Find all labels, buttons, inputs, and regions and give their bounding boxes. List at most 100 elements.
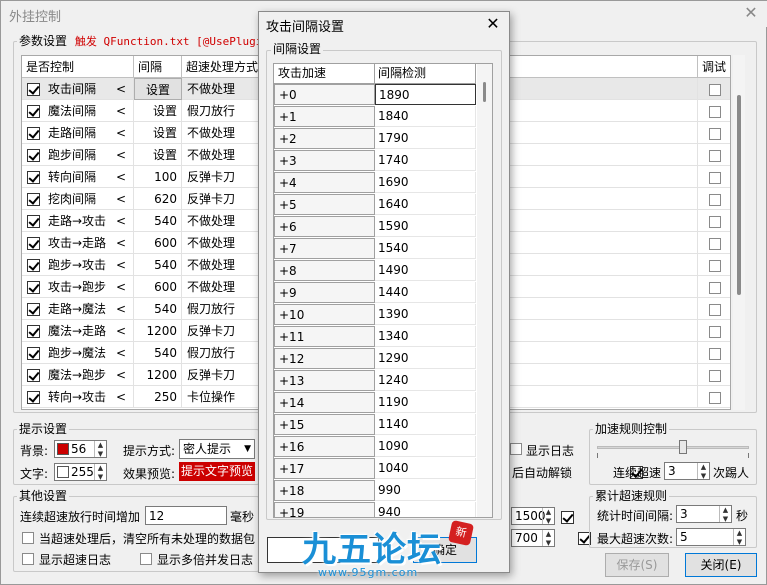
row-interval[interactable]: 620 [134,188,182,210]
row-interval[interactable]: 设置 [134,78,182,100]
interval-row[interactable]: +19 940 [274,502,477,517]
row-speed-mode[interactable]: 不做处理 [182,144,262,166]
row-speed-mode[interactable]: 卡位操作 [182,386,262,408]
interval-row-value[interactable]: 1290 [375,348,476,369]
interval-row[interactable]: +11 1340 [274,326,477,348]
row-interval[interactable]: 600 [134,276,182,298]
row-control-checkbox[interactable] [27,83,40,96]
row-interval[interactable]: 250 [134,386,182,408]
col-header-control[interactable]: 是否控制 [22,56,134,78]
col-header-interval[interactable]: 间隔 [134,56,182,78]
dialog-col-header-accel[interactable]: 攻击加速 [274,64,375,84]
interval-row[interactable]: +17 1040 [274,458,477,480]
interval-row[interactable]: +7 1540 [274,238,477,260]
interval-row[interactable]: +9 1440 [274,282,477,304]
increase-input[interactable]: 12 [145,506,227,525]
row-speed-mode[interactable]: 反弹卡刀 [182,364,262,386]
stat-interval-spinner[interactable]: 3 ▲ ▼ [676,505,732,523]
dialog-close-icon[interactable]: ✕ [485,16,501,32]
params-scrollbar-thumb[interactable] [737,95,741,295]
row-control-checkbox[interactable] [27,303,40,316]
row-speed-mode[interactable]: 反弹卡刀 [182,320,262,342]
row-interval[interactable]: 1200 [134,364,182,386]
interval-row[interactable]: +2 1790 [274,128,477,150]
interval-row-value[interactable]: 1740 [375,150,476,171]
interval-row-value[interactable]: 1840 [375,106,476,127]
interval-row-value[interactable]: 1090 [375,436,476,457]
row-speed-mode[interactable]: 不做处理 [182,122,262,144]
kick-spin-arrows[interactable]: ▲ ▼ [697,463,709,480]
row-interval[interactable]: 设置 [134,122,182,144]
interval-row[interactable]: +0 1890 [274,84,477,106]
row-interval[interactable]: 540 [134,342,182,364]
interval-row[interactable]: +8 1490 [274,260,477,282]
interval-row-value[interactable]: 1140 [375,414,476,435]
stat-interval-spin-arrows[interactable]: ▲ ▼ [719,506,731,523]
interval-row[interactable]: +15 1140 [274,414,477,436]
interval-row[interactable]: +4 1690 [274,172,477,194]
row-speed-mode[interactable]: 不做处理 [182,232,262,254]
interval-row[interactable]: +12 1290 [274,348,477,370]
dialog-col-header-check[interactable]: 间隔检测 [375,64,476,84]
interval-row-value[interactable]: 1790 [375,128,476,149]
row-debug-checkbox[interactable] [708,193,721,206]
value2-spinner[interactable]: 700 ▲ ▼ [511,529,555,547]
kick-spinner[interactable]: 3 ▲ ▼ [664,462,710,480]
row-control-checkbox[interactable] [27,237,40,250]
col-header-debug[interactable]: 调试 [698,56,730,78]
row-debug-checkbox[interactable] [708,347,721,360]
row-debug-checkbox[interactable] [708,215,721,228]
show-multi-log-checkbox[interactable] [140,553,152,565]
interval-row[interactable]: +5 1640 [274,194,477,216]
interval-row[interactable]: +18 990 [274,480,477,502]
row-speed-mode[interactable]: 假刀放行 [182,100,262,122]
interval-row-value[interactable]: 940 [375,502,476,517]
accel-slider[interactable] [597,439,749,458]
row-debug-checkbox[interactable] [708,303,721,316]
row-control-checkbox[interactable] [27,149,40,162]
interval-row-value[interactable]: 1540 [375,238,476,259]
row-debug-checkbox[interactable] [708,391,721,404]
row-debug-checkbox[interactable] [708,325,721,338]
row-interval[interactable]: 540 [134,298,182,320]
row-debug-checkbox[interactable] [708,127,721,140]
row-control-checkbox[interactable] [27,127,40,140]
bg-color-swatch[interactable] [57,443,69,455]
row-speed-mode[interactable]: 不做处理 [182,78,262,100]
clear-packets-checkbox[interactable] [22,532,34,544]
interval-row[interactable]: +3 1740 [274,150,477,172]
row-control-checkbox[interactable] [27,171,40,184]
slider-thumb[interactable] [679,440,687,454]
interval-row-value[interactable]: 1190 [375,392,476,413]
row-interval[interactable]: 600 [134,232,182,254]
row-speed-mode[interactable]: 不做处理 [182,254,262,276]
row-debug-checkbox[interactable] [708,83,721,96]
row-control-checkbox[interactable] [27,105,40,118]
text-color-swatch[interactable] [57,466,69,478]
row-debug-checkbox[interactable] [708,259,721,272]
bg-spinner[interactable]: 56 ▲ ▼ [54,440,107,458]
row-speed-mode[interactable]: 反弹卡刀 [182,188,262,210]
interval-row-value[interactable]: 1640 [375,194,476,215]
interval-row[interactable]: +14 1190 [274,392,477,414]
value1-checkbox[interactable] [561,511,574,524]
row-control-checkbox[interactable] [27,391,40,404]
row-interval[interactable]: 设置 [134,100,182,122]
row-debug-checkbox[interactable] [708,369,721,382]
interval-row-value[interactable]: 1440 [375,282,476,303]
row-debug-checkbox[interactable] [708,237,721,250]
row-debug-checkbox[interactable] [708,105,721,118]
dialog-scrollbar[interactable] [477,64,492,517]
max-speed-spinner[interactable]: 5 ▲ ▼ [676,528,746,546]
show-speed-log-checkbox[interactable] [22,553,34,565]
interval-row[interactable]: +1 1840 [274,106,477,128]
interval-row-value[interactable]: 1240 [375,370,476,391]
dialog-scrollbar-thumb[interactable] [483,82,486,102]
row-control-checkbox[interactable] [27,215,40,228]
max-speed-spin-arrows[interactable]: ▲ ▼ [733,529,745,546]
close-button[interactable]: 关闭(E) [685,553,757,577]
row-control-checkbox[interactable] [27,281,40,294]
row-speed-mode[interactable]: 假刀放行 [182,298,262,320]
row-interval[interactable]: 540 [134,254,182,276]
row-control-checkbox[interactable] [27,325,40,338]
